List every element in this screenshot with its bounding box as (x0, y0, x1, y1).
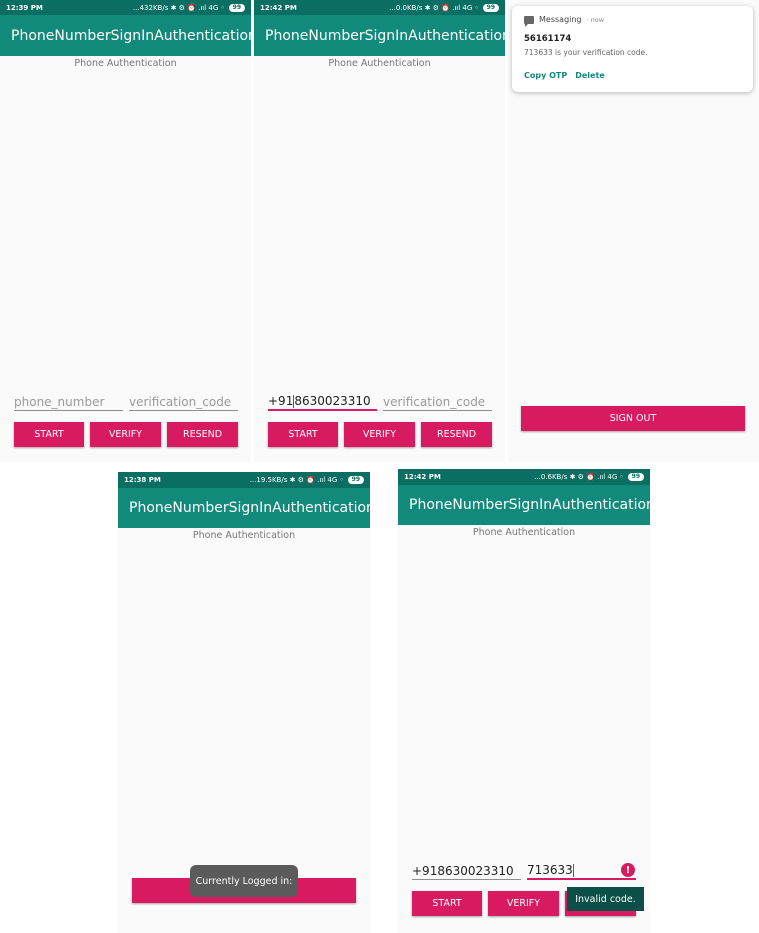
verify-button[interactable]: VERIFY (488, 891, 559, 916)
app-bar: PhoneNumberSignInAuthentication (0, 15, 251, 56)
resend-button[interactable]: RESEND (167, 422, 238, 447)
notification-app-name: Messaging (539, 15, 582, 24)
notification-body: 713633 is your verification code. (524, 48, 648, 57)
sms-notification[interactable]: Messaging · now 56161174 713633 is your … (512, 6, 753, 92)
status-time: 12:38 PM (124, 476, 161, 484)
status-bar: 12:38 PM ...19.5KB/s ✱ ⚙ ⏰ .ııl 4G ◦ 99 (118, 472, 370, 488)
start-button[interactable]: START (412, 891, 482, 916)
screen-1: 12:39 PM ...432KB/s ✱ ⚙ ⏰ .ııl 4G ◦ 99 P… (0, 0, 251, 462)
page-subtitle: Phone Authentication (472, 527, 576, 538)
app-bar: PhoneNumberSignInAuthentication (118, 488, 370, 528)
error-tooltip: Invalid code. (567, 887, 644, 911)
status-time: 12:42 PM (260, 3, 297, 12)
resend-button[interactable]: RESEND (421, 422, 492, 447)
screen-5: 12:42 PM ...0.6KB/s ✱ ⚙ ⏰ .ııl 4G ◦ 99 P… (398, 469, 650, 933)
copy-otp-action[interactable]: Copy OTP (524, 71, 567, 80)
notification-time: · now (586, 15, 605, 24)
page-subtitle: Phone Authentication (192, 530, 296, 541)
screen-2: 12:42 PM ...0.0KB/s ✱ ⚙ ⏰ .ııl 4G ◦ 99 P… (254, 0, 505, 462)
status-indicators: ...19.5KB/s ✱ ⚙ ⏰ .ııl 4G ◦ (249, 476, 344, 484)
start-button[interactable]: START (268, 422, 338, 447)
battery-icon: 99 (627, 473, 644, 481)
phone-number-input[interactable]: phone_number (14, 393, 123, 411)
status-indicators: ...0.0KB/s ✱ ⚙ ⏰ .ııl 4G ◦ (389, 3, 479, 12)
verification-code-input[interactable]: verification_code (383, 393, 492, 411)
code-value: 713633 (527, 863, 573, 877)
page-subtitle: Phone Authentication (328, 58, 431, 69)
app-title: PhoneNumberSignInAuthentication (409, 497, 650, 513)
verify-button[interactable]: VERIFY (344, 422, 415, 447)
phone-number-input[interactable]: +918630023310 (268, 393, 377, 411)
status-bar: 12:39 PM ...432KB/s ✱ ⚙ ⏰ .ııl 4G ◦ 99 (0, 0, 251, 15)
status-time: 12:39 PM (6, 3, 43, 12)
page-subtitle: Phone Authentication (74, 58, 177, 69)
start-button[interactable]: START (14, 422, 84, 447)
status-indicators: ...432KB/s ✱ ⚙ ⏰ .ııl 4G ◦ (132, 3, 225, 12)
battery-icon: 99 (482, 3, 499, 12)
battery-icon: 99 (347, 476, 364, 484)
messaging-icon (524, 15, 534, 27)
app-title: PhoneNumberSignInAuthentication (129, 500, 370, 516)
app-title: PhoneNumberSignInAuthentication (265, 27, 505, 44)
status-time: 12:42 PM (404, 473, 441, 481)
logged-in-toast: Currently Logged in: (190, 865, 298, 897)
app-bar: PhoneNumberSignInAuthentication (254, 15, 505, 56)
text-cursor (572, 864, 574, 877)
battery-icon: 99 (228, 3, 245, 12)
app-bar: PhoneNumberSignInAuthentication (398, 485, 650, 525)
phone-value-prefix: +91 (268, 394, 294, 408)
screen-4: 12:38 PM ...19.5KB/s ✱ ⚙ ⏰ .ııl 4G ◦ 99 … (118, 472, 370, 933)
notification-sender: 56161174 (524, 34, 572, 44)
verification-code-input[interactable]: verification_code (129, 393, 238, 411)
sign-out-button[interactable]: SIGN OUT (521, 406, 745, 431)
status-bar: 12:42 PM ...0.0KB/s ✱ ⚙ ⏰ .ııl 4G ◦ 99 (254, 0, 505, 15)
phone-value-rest: 8630023310 (294, 394, 371, 408)
phone-number-input[interactable]: +918630023310 (412, 862, 521, 880)
error-icon: ! (621, 863, 635, 877)
status-bar: 12:42 PM ...0.6KB/s ✱ ⚙ ⏰ .ııl 4G ◦ 99 (398, 469, 650, 485)
verification-code-input[interactable]: 713633 (527, 862, 636, 880)
verify-button[interactable]: VERIFY (90, 422, 161, 447)
delete-action[interactable]: Delete (575, 71, 604, 80)
status-indicators: ...0.6KB/s ✱ ⚙ ⏰ .ııl 4G ◦ (534, 473, 624, 481)
app-title: PhoneNumberSignInAuthentication (11, 27, 251, 44)
